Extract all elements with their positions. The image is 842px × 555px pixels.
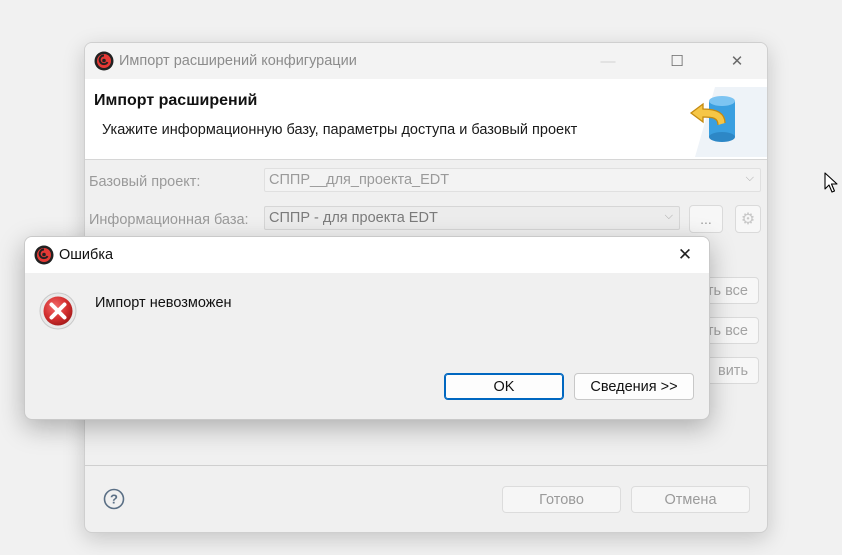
ok-label: OK [493,378,515,395]
close-icon: ✕ [730,53,744,70]
side-button-label: ть все [706,323,748,339]
wizard-title: Импорт расширений [94,92,258,109]
infobase-value: СППР - для проекта EDT [269,210,438,226]
wizard-header: Импорт расширений Укажите информационную… [85,79,767,160]
infobase-combo[interactable]: СППР - для проекта EDT ⌵ [264,206,680,230]
base-project-label: Базовый проект: [89,174,201,190]
chevron-down-icon: ⌵ [745,172,754,184]
finish-button[interactable]: Готово [502,486,621,513]
main-titlebar: Импорт расширений конфигурации — ☐ ✕ [85,43,767,79]
infobase-label: Информационная база: [89,212,249,228]
footer-divider [85,465,767,466]
details-button[interactable]: Сведения >> [574,373,694,400]
browse-infobase-button[interactable]: ... [689,205,723,233]
browse-label: ... [700,211,712,227]
maximize-button[interactable]: ☐ [654,43,700,79]
close-icon: ✕ [677,245,693,264]
help-icon[interactable]: ? [103,488,125,510]
details-label: Сведения >> [590,378,678,395]
cancel-button[interactable]: Отмена [631,486,750,513]
chevron-down-icon: ⌵ [664,210,673,222]
error-message: Импорт невозможен [95,295,232,311]
wizard-description: Укажите информационную базу, параметры д… [102,122,578,138]
app-icon [34,245,54,265]
app-icon [94,51,114,71]
error-titlebar: Ошибка ✕ [25,237,709,273]
mouse-cursor-icon [824,172,838,193]
maximize-icon: ☐ [670,53,684,70]
svg-text:?: ? [110,492,118,507]
finish-label: Готово [539,491,584,508]
gear-icon: ⚙ [740,211,756,228]
window-title: Импорт расширений конфигурации [119,53,357,69]
minimize-button[interactable]: — [585,43,631,79]
error-title: Ошибка [59,247,114,263]
error-dialog: Ошибка ✕ Импорт невозможен OK Сведения >… [24,236,710,420]
cancel-label: Отмена [664,491,717,508]
database-arrow-icon [689,87,767,157]
minimize-icon: — [600,52,616,70]
side-button-label: ть все [706,283,748,299]
settings-button[interactable]: ⚙ [735,205,761,233]
error-icon [39,292,77,330]
ok-button[interactable]: OK [444,373,564,400]
close-button[interactable]: ✕ [714,43,760,79]
error-close-button[interactable]: ✕ [662,237,708,273]
base-project-combo[interactable]: СППР__для_проекта_EDT ⌵ [264,168,761,192]
base-project-value: СППР__для_проекта_EDT [269,172,450,188]
side-button-label: вить [718,363,748,379]
